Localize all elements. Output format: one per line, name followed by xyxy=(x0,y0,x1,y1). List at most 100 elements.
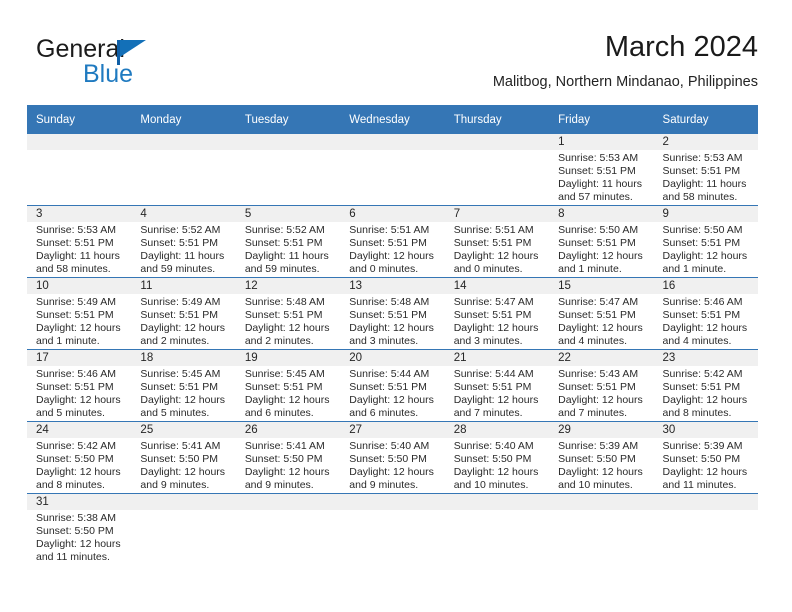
sunrise-text: Sunrise: 5:52 AM xyxy=(140,224,221,236)
calendar-day-cell[interactable]: 5 Sunrise: 5:52 AM Sunset: 5:51 PM Daylight… xyxy=(235,205,341,278)
day-box: 1 Sunrise: 5:53 AM Sunset: 5:51 PM Daylight… xyxy=(549,134,654,205)
daylight-text-line1: Daylight: 12 hours xyxy=(662,466,748,479)
day-box: 27 Sunrise: 5:40 AM Sunset: 5:50 PM Dayligh… xyxy=(340,422,445,493)
daylight-text-line1: Daylight: 12 hours xyxy=(453,394,539,407)
sunrise-text: Sunrise: 5:42 AM xyxy=(36,440,116,452)
day-number xyxy=(549,494,654,510)
day-number: 19 xyxy=(235,350,341,366)
calendar-day-cell[interactable]: 6 Sunrise: 5:51 AM Sunset: 5:51 PM Daylight… xyxy=(340,205,445,278)
daylight-text-line2: and 4 minutes. xyxy=(558,335,627,348)
day-number: 22 xyxy=(549,350,654,366)
day-sun-info: Sunrise: 5:40 AM Sunset: 5:50 PM Daylight:… xyxy=(445,438,549,492)
day-box: 9 Sunrise: 5:50 AM Sunset: 5:51 PM Daylight… xyxy=(653,206,758,277)
general-blue-logo[interactable]: General Blue xyxy=(36,36,246,92)
daylight-text-line2: and 10 minutes. xyxy=(453,479,529,492)
calendar-day-cell[interactable]: 20 Sunrise: 5:44 AM Sunset: 5:51 PM Dayligh… xyxy=(340,349,445,422)
day-box: 22 Sunrise: 5:43 AM Sunset: 5:51 PM Dayligh… xyxy=(549,350,654,421)
day-sun-info: Sunrise: 5:44 AM Sunset: 5:51 PM Daylight:… xyxy=(445,366,549,420)
day-box: 29 Sunrise: 5:39 AM Sunset: 5:50 PM Dayligh… xyxy=(549,422,654,493)
sunset-text: Sunset: 5:51 PM xyxy=(349,381,427,394)
calendar-day-cell[interactable]: 15 Sunrise: 5:47 AM Sunset: 5:51 PM Dayligh… xyxy=(549,277,654,350)
calendar-day-cell[interactable]: 28 Sunrise: 5:40 AM Sunset: 5:50 PM Dayligh… xyxy=(444,421,550,494)
calendar-day-cell[interactable]: 2 Sunrise: 5:53 AM Sunset: 5:51 PM Daylight… xyxy=(653,134,758,206)
daylight-text-line1: Daylight: 12 hours xyxy=(349,394,434,407)
sunrise-text: Sunrise: 5:45 AM xyxy=(140,368,221,380)
calendar-day-cell[interactable]: 27 Sunrise: 5:40 AM Sunset: 5:50 PM Dayligh… xyxy=(340,421,445,494)
calendar-day-cell[interactable]: 11 Sunrise: 5:49 AM Sunset: 5:51 PM Dayligh… xyxy=(131,277,236,350)
daylight-text-line2: and 57 minutes. xyxy=(558,191,633,204)
calendar-day-cell[interactable]: 1 Sunrise: 5:53 AM Sunset: 5:51 PM Daylight… xyxy=(549,134,654,206)
daylight-text-line1: Daylight: 12 hours xyxy=(244,466,330,479)
calendar-day-cell[interactable]: 7 Sunrise: 5:51 AM Sunset: 5:51 PM Daylight… xyxy=(444,205,550,278)
calendar-day-cell[interactable]: 10 Sunrise: 5:49 AM Sunset: 5:51 PM Dayligh… xyxy=(27,277,132,350)
day-number xyxy=(444,494,550,510)
day-box: 6 Sunrise: 5:51 AM Sunset: 5:51 PM Daylight… xyxy=(340,206,445,277)
day-number: 9 xyxy=(653,206,758,222)
calendar-day-cell[interactable]: 21 Sunrise: 5:44 AM Sunset: 5:51 PM Dayligh… xyxy=(444,349,550,422)
sunset-text: Sunset: 5:51 PM xyxy=(244,309,323,322)
daylight-text-line2: and 4 minutes. xyxy=(662,335,732,348)
daylight-text-line1: Daylight: 11 hours xyxy=(36,250,120,263)
calendar-day-cell[interactable]: 30 Sunrise: 5:39 AM Sunset: 5:50 PM Dayligh… xyxy=(653,421,758,494)
calendar-day-cell[interactable]: 29 Sunrise: 5:39 AM Sunset: 5:50 PM Dayligh… xyxy=(549,421,654,494)
calendar-day-cell[interactable]: 12 Sunrise: 5:48 AM Sunset: 5:51 PM Dayligh… xyxy=(235,277,341,350)
calendar-day-cell[interactable]: 16 Sunrise: 5:46 AM Sunset: 5:51 PM Dayligh… xyxy=(653,277,758,350)
sunset-text: Sunset: 5:51 PM xyxy=(558,165,636,178)
calendar-day-cell[interactable]: 9 Sunrise: 5:50 AM Sunset: 5:51 PM Daylight… xyxy=(653,205,758,278)
sunset-text: Sunset: 5:51 PM xyxy=(558,237,636,250)
daylight-text-line2: and 59 minutes. xyxy=(244,263,320,276)
day-box: 17 Sunrise: 5:46 AM Sunset: 5:51 PM Dayligh… xyxy=(27,350,132,421)
daylight-text-line2: and 11 minutes. xyxy=(662,479,737,492)
daylight-text-line1: Daylight: 12 hours xyxy=(140,322,226,335)
sunset-text: Sunset: 5:51 PM xyxy=(558,381,636,394)
day-box: 26 Sunrise: 5:41 AM Sunset: 5:50 PM Dayligh… xyxy=(235,422,341,493)
calendar-day-cell[interactable]: 31 Sunrise: 5:38 AM Sunset: 5:50 PM Dayligh… xyxy=(27,494,132,569)
day-number xyxy=(131,494,236,510)
day-sun-info: Sunrise: 5:50 AM Sunset: 5:51 PM Daylight:… xyxy=(549,222,653,276)
day-number xyxy=(27,134,132,150)
sunrise-text: Sunrise: 5:42 AM xyxy=(662,368,743,380)
day-sun-info: Sunrise: 5:51 AM Sunset: 5:51 PM Daylight:… xyxy=(445,222,549,276)
day-sun-info: Sunrise: 5:48 AM Sunset: 5:51 PM Daylight:… xyxy=(236,294,340,348)
calendar-day-cell[interactable]: 25 Sunrise: 5:41 AM Sunset: 5:50 PM Dayligh… xyxy=(131,421,236,494)
page-subtitle: Malitbog, Northern Mindanao, Philippines xyxy=(492,74,758,90)
sunset-text: Sunset: 5:50 PM xyxy=(662,453,741,466)
daylight-text-line2: and 0 minutes. xyxy=(349,263,419,276)
day-sun-info: Sunrise: 5:52 AM Sunset: 5:51 PM Daylight:… xyxy=(131,222,235,276)
calendar-day-cell[interactable]: 18 Sunrise: 5:45 AM Sunset: 5:51 PM Dayligh… xyxy=(131,349,236,422)
calendar-day-cell-empty xyxy=(653,494,758,569)
daylight-text-line1: Daylight: 12 hours xyxy=(244,394,330,407)
day-box: 24 Sunrise: 5:42 AM Sunset: 5:50 PM Dayligh… xyxy=(27,422,132,493)
calendar-day-cell-empty xyxy=(131,494,236,569)
sunset-text: Sunset: 5:51 PM xyxy=(662,165,741,178)
calendar-day-cell[interactable]: 26 Sunrise: 5:41 AM Sunset: 5:50 PM Dayligh… xyxy=(235,421,341,494)
calendar-body: 1 Sunrise: 5:53 AM Sunset: 5:51 PM Daylight… xyxy=(27,134,758,568)
calendar-day-cell[interactable]: 22 Sunrise: 5:43 AM Sunset: 5:51 PM Dayligh… xyxy=(549,349,654,422)
day-box: 14 Sunrise: 5:47 AM Sunset: 5:51 PM Dayligh… xyxy=(444,278,550,349)
sunset-text: Sunset: 5:51 PM xyxy=(349,237,427,250)
sunrise-text: Sunrise: 5:53 AM xyxy=(662,152,743,164)
calendar-day-cell[interactable]: 8 Sunrise: 5:50 AM Sunset: 5:51 PM Daylight… xyxy=(549,205,654,278)
calendar-day-cell[interactable]: 24 Sunrise: 5:42 AM Sunset: 5:50 PM Dayligh… xyxy=(27,421,132,494)
daylight-text-line1: Daylight: 12 hours xyxy=(558,322,643,335)
day-number: 3 xyxy=(27,206,132,222)
day-box: 25 Sunrise: 5:41 AM Sunset: 5:50 PM Dayligh… xyxy=(131,422,236,493)
day-number xyxy=(653,494,758,510)
sunset-text: Sunset: 5:51 PM xyxy=(36,237,114,250)
calendar-week-row: 17 Sunrise: 5:46 AM Sunset: 5:51 PM Dayligh… xyxy=(27,349,758,422)
calendar-day-cell[interactable]: 23 Sunrise: 5:42 AM Sunset: 5:51 PM Dayligh… xyxy=(653,349,758,422)
day-sun-info: Sunrise: 5:38 AM Sunset: 5:50 PM Daylight:… xyxy=(27,510,131,564)
day-sun-info: Sunrise: 5:45 AM Sunset: 5:51 PM Daylight:… xyxy=(131,366,235,420)
calendar-day-cell[interactable]: 19 Sunrise: 5:45 AM Sunset: 5:51 PM Dayligh… xyxy=(235,349,341,422)
sunrise-text: Sunrise: 5:43 AM xyxy=(558,368,639,380)
weekday-header-saturday: Saturday xyxy=(653,105,758,134)
calendar-day-cell[interactable]: 17 Sunrise: 5:46 AM Sunset: 5:51 PM Dayligh… xyxy=(27,349,132,422)
calendar-day-cell[interactable]: 3 Sunrise: 5:53 AM Sunset: 5:51 PM Daylight… xyxy=(27,205,132,278)
day-number: 12 xyxy=(235,278,341,294)
calendar-day-cell[interactable]: 14 Sunrise: 5:47 AM Sunset: 5:51 PM Dayligh… xyxy=(444,277,550,350)
calendar-day-cell[interactable]: 4 Sunrise: 5:52 AM Sunset: 5:51 PM Daylight… xyxy=(131,205,236,278)
day-number: 26 xyxy=(235,422,341,438)
calendar-day-cell[interactable]: 13 Sunrise: 5:48 AM Sunset: 5:51 PM Dayligh… xyxy=(340,277,445,350)
daylight-text-line2: and 5 minutes. xyxy=(140,407,210,420)
day-box xyxy=(444,134,550,205)
